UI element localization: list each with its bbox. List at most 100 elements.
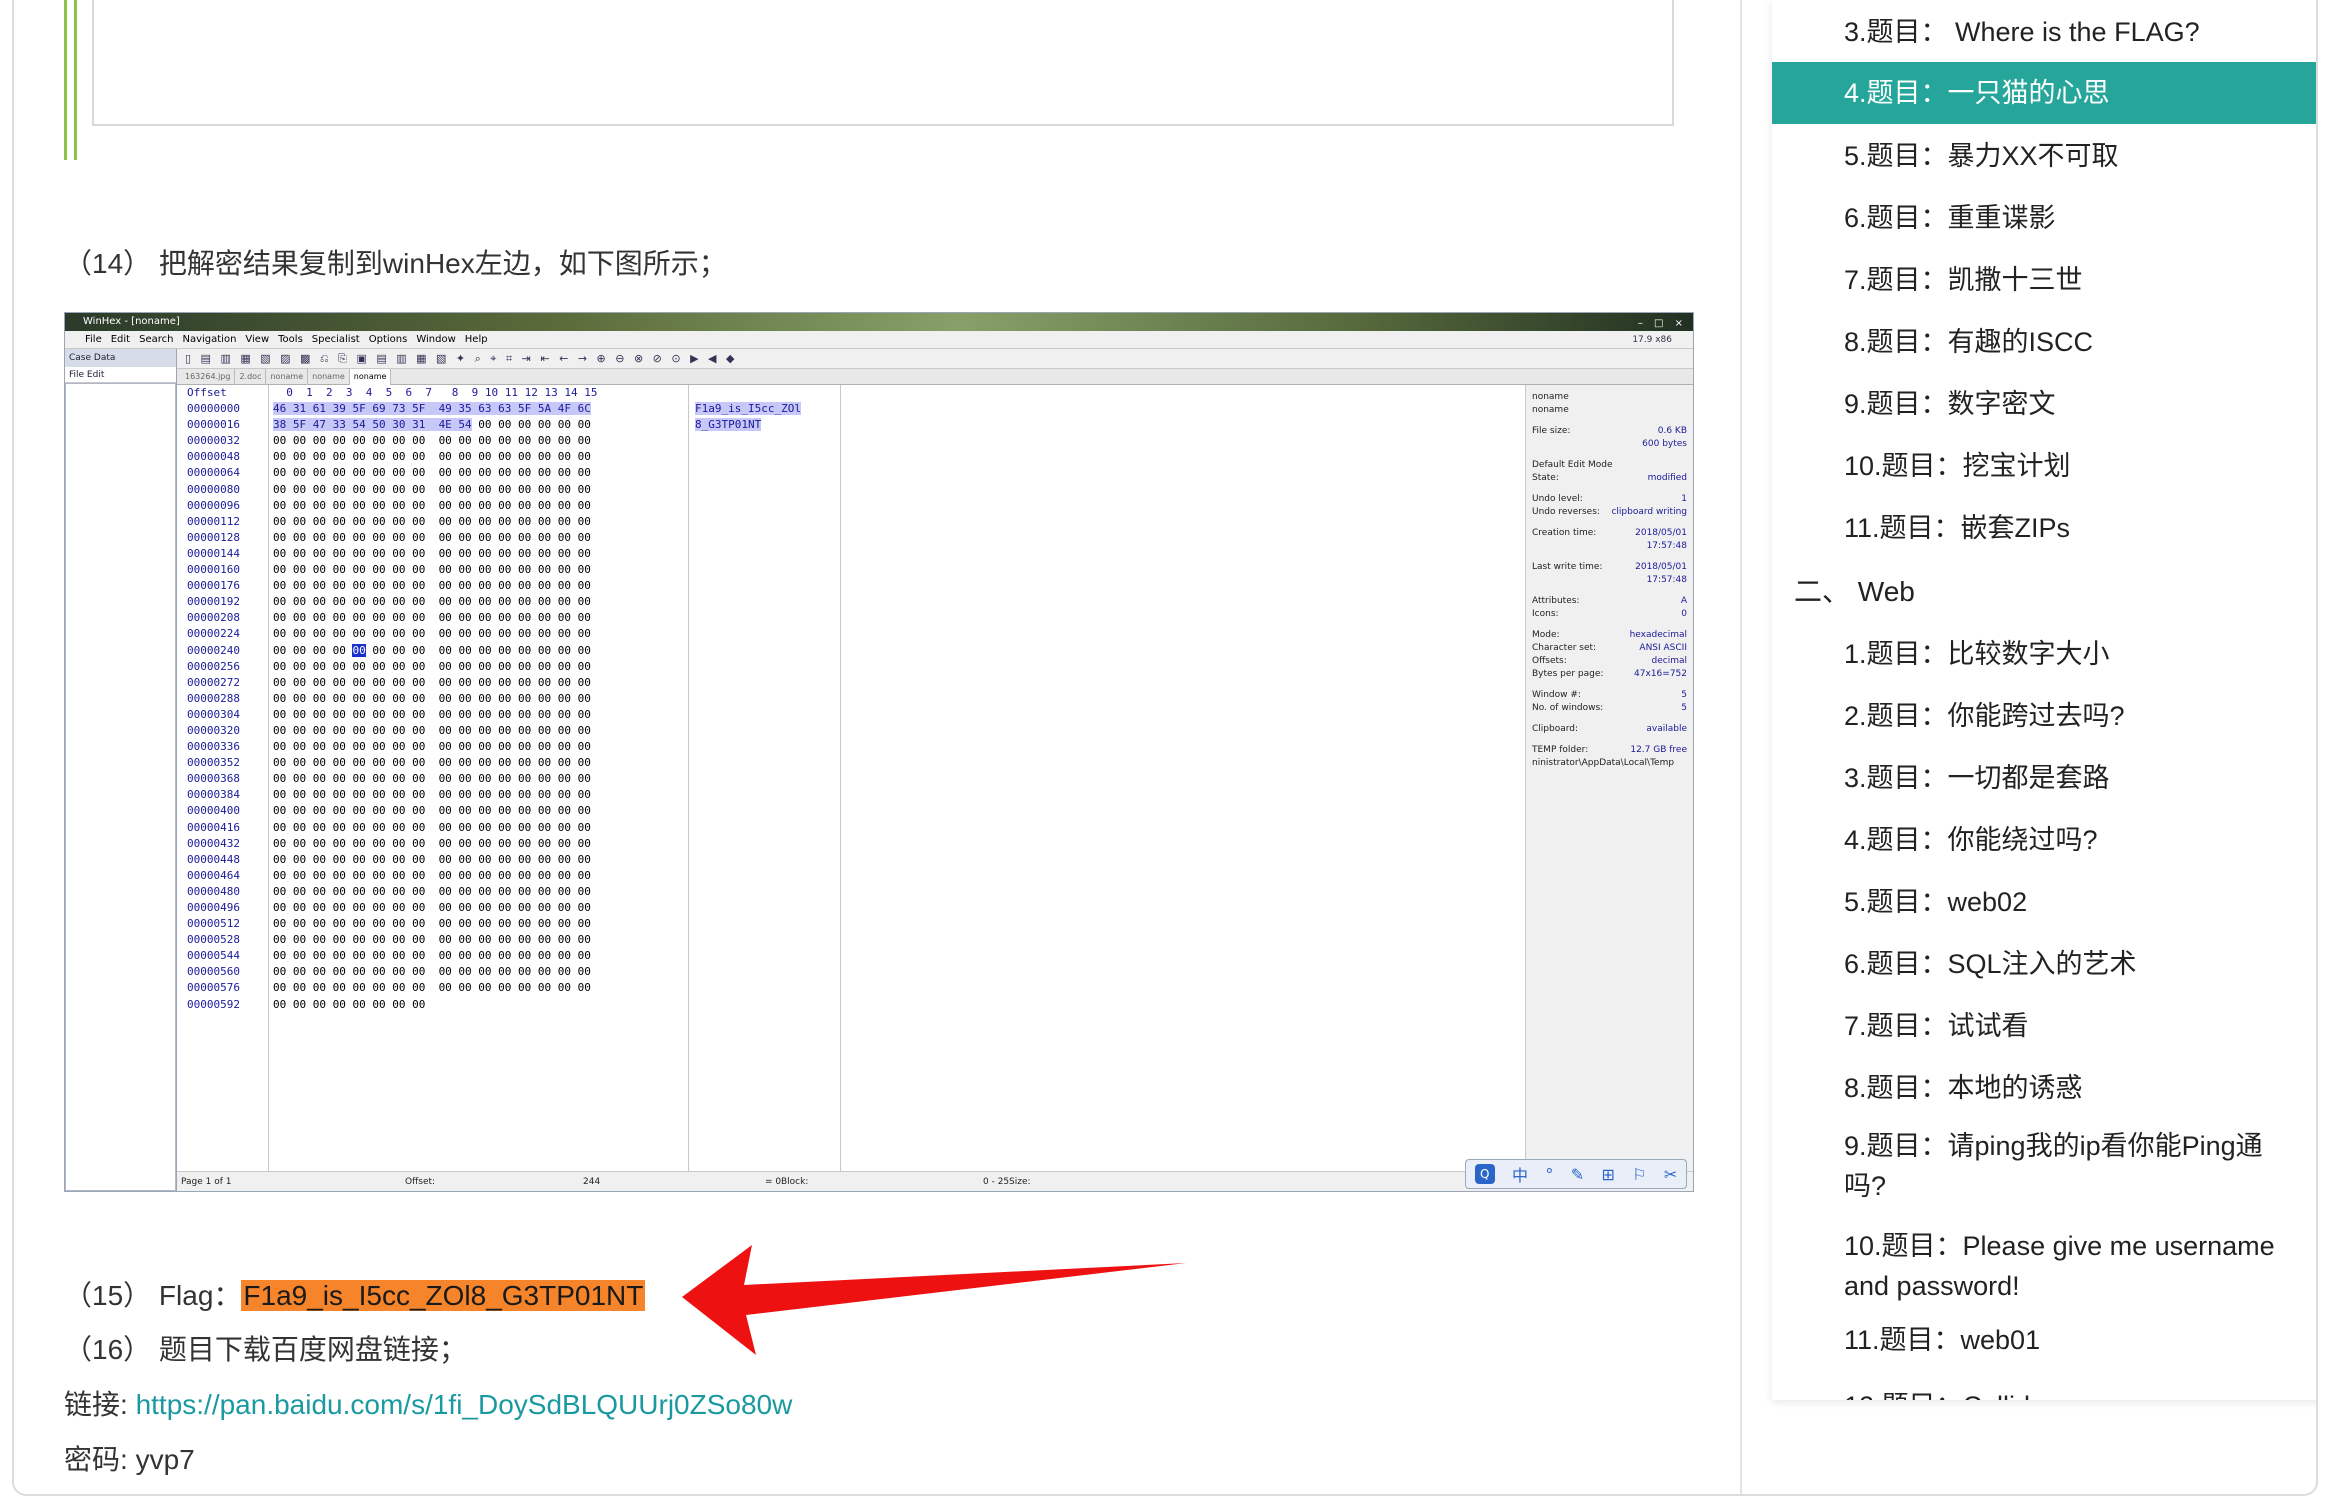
toc-section-web[interactable]: 二、 Web (1794, 572, 1915, 612)
ime-tool-icon[interactable]: ⚐ (1632, 1165, 1646, 1184)
toc-item[interactable]: 4.题目：一只猫的心思 (1772, 62, 2316, 124)
info-key: Bytes per page: (1532, 669, 1604, 679)
toc-item[interactable]: 11.题目：嵌套ZIPs (1772, 508, 2316, 548)
offset-value: 00000240 (187, 643, 240, 657)
offset-value: 00000160 (187, 563, 240, 577)
offset-value: 00000064 (187, 466, 240, 480)
hex-row: 00 00 00 00 00 00 00 00 00 00 00 00 00 0… (273, 868, 591, 882)
offset-value: 00000000 (187, 402, 240, 416)
info-value: A (1680, 596, 1687, 606)
menu-item-tools[interactable]: Tools (278, 334, 303, 345)
info-row: noname (1532, 404, 1687, 417)
file-tab[interactable]: 2.doc (235, 369, 267, 385)
info-value: 17:57:48 (1646, 541, 1687, 551)
offset-value: 00000464 (187, 868, 240, 882)
toc-item[interactable]: 8.题目：有趣的ISCC (1772, 322, 2316, 362)
menu-item-edit[interactable]: Edit (111, 334, 130, 345)
toc-item[interactable]: 8.题目：本地的诱惑 (1772, 1068, 2316, 1108)
info-value: available (1646, 724, 1687, 734)
menu-item-options[interactable]: Options (369, 334, 408, 345)
toc-item[interactable]: 2.题目：你能跨过去吗? (1772, 696, 2316, 736)
ime-tool-icon[interactable]: ⊞ (1601, 1165, 1614, 1184)
toc-item[interactable]: 7.题目：试试看 (1772, 1006, 2316, 1046)
zoom-readout: 17.9 x86 (1632, 335, 1672, 345)
ime-tool-icon[interactable]: ° (1545, 1165, 1553, 1184)
ime-toolbar[interactable]: Q 中 ° ✎ ⊞ ⚐ ✂ (1465, 1159, 1687, 1189)
selected-bytes: 38 5F 47 33 54 50 30 31 4E 54 (273, 418, 472, 432)
toc-item[interactable]: 12.题目：Collide (1772, 1386, 2316, 1400)
hex-row: 00 00 00 00 00 00 00 00 00 00 00 00 00 0… (273, 788, 591, 802)
hex-row: 00 00 00 00 00 00 00 00 00 00 00 00 00 0… (273, 466, 591, 480)
info-row: Window #: 5 (1532, 689, 1687, 702)
file-tab[interactable]: noname (308, 369, 350, 385)
toc-item[interactable]: 6.题目：重重谍影 (1772, 198, 2316, 238)
status-page: Page 1 of 1 (181, 1177, 232, 1187)
info-value: 5 (1681, 690, 1687, 700)
toc-item[interactable]: 6.题目：SQL注入的艺术 (1772, 944, 2316, 984)
toc-item[interactable]: 10.题目：挖宝计划 (1772, 446, 2316, 486)
file-tab[interactable]: noname (349, 369, 392, 385)
offset-value: 00000224 (187, 627, 240, 641)
info-row: 17:57:48 (1532, 574, 1687, 587)
toc-item[interactable]: 3.题目：一切都是套路 (1772, 758, 2316, 798)
menu-item-help[interactable]: Help (465, 334, 488, 345)
text-column[interactable]: F1a9_is_I5cc_ZOl 8_G3TP01NT (689, 385, 841, 1171)
toc-item[interactable]: 11.题目：web01 (1772, 1320, 2316, 1360)
info-key: Last write time: (1532, 562, 1603, 572)
hex-editor[interactable]: Offset 00000000 00000016 00000032 00000048 00… (177, 385, 1467, 1171)
offset-value: 00000576 (187, 981, 240, 995)
hex-row: 00 00 00 00 00 00 00 00 00 00 00 00 00 0… (273, 707, 591, 721)
info-value: 17:57:48 (1646, 575, 1687, 585)
toc-item[interactable]: 3.题目： Where is the FLAG? (1772, 12, 2316, 52)
menu-item-navigation[interactable]: Navigation (182, 334, 236, 345)
hex-row: 00 00 00 00 00 00 00 00 00 00 00 00 00 0… (273, 901, 591, 914)
info-row: ninistrator\AppData\Local\Temp (1532, 757, 1687, 770)
toc-item[interactable]: 10.题目：Please give me username and passwo… (1772, 1226, 2316, 1306)
hex-row: 00 00 00 00 00 00 00 00 (273, 997, 426, 1011)
winhex-toolbar: ▯ ▤ ▥ ▦ ▧ ▨ ▩ ⎌ ⎘ ▣ ▤ ▥ ▦ ▧ ✦ ⌕ ⌖ ⌗ ⇥ ⇤ … (177, 349, 1693, 369)
ime-tool-icon[interactable]: 中 (1512, 1162, 1528, 1186)
file-tab[interactable]: 163264.jpg (181, 369, 236, 385)
text-row: F1a9_is_I5cc_ZOl (695, 401, 840, 417)
toc-item[interactable]: 5.题目：web02 (1772, 882, 2316, 922)
info-key: Creation time: (1532, 528, 1597, 538)
ime-tool-icon[interactable]: ✎ (1571, 1165, 1584, 1184)
menu-item-window[interactable]: Window (416, 334, 455, 345)
toc-item[interactable]: 9.题目：请ping我的ip看你能Ping通吗? (1772, 1126, 2316, 1206)
info-key: Mode: (1532, 630, 1560, 640)
offset-value: 00000448 (187, 852, 240, 866)
red-arrow-icon (682, 1245, 1186, 1355)
info-gap (1532, 417, 1687, 425)
offset-value: 00000256 (187, 659, 240, 673)
case-data-panel: Case Data File Edit (65, 349, 177, 1191)
case-data-body (65, 383, 176, 1191)
info-row: TEMP folder: 12.7 GB free (1532, 744, 1687, 757)
hex-row: 00 00 00 00 00 00 00 00 00 00 00 00 00 0… (273, 579, 591, 593)
selected-text: 8_G3TP01NT (695, 418, 762, 432)
toc-item[interactable]: 1.题目：比较数字大小 (1772, 634, 2316, 674)
hex-row: 00 00 00 00 00 00 00 00 00 00 00 00 00 0… (273, 884, 591, 898)
ime-logo-icon[interactable]: Q (1474, 1164, 1495, 1184)
hex-header: 0 1 2 3 4 5 6 7 8 9 10 11 12 13 14 15 (273, 386, 598, 399)
menu-item-view[interactable]: View (245, 334, 269, 345)
hex-column[interactable]: 0 1 2 3 4 5 6 7 8 9 10 11 12 13 14 15 46 … (269, 385, 689, 1171)
offset-value: 00000400 (187, 804, 240, 818)
toc-item[interactable]: 9.题目：数字密文 (1772, 384, 2316, 424)
info-value: 0 (1681, 609, 1687, 619)
toc-item[interactable]: 7.题目：凯撒十三世 (1772, 260, 2316, 300)
toc-item[interactable]: 5.题目：暴力XX不可取 (1772, 136, 2316, 176)
file-tab[interactable]: noname (266, 369, 309, 385)
offset-value: 00000176 (187, 579, 240, 593)
info-key: Icons: (1532, 609, 1559, 619)
ime-tool-icon[interactable]: ✂ (1664, 1165, 1677, 1184)
step-14-text: （14） 把解密结果复制到winHex左边，如下图所示； (64, 248, 727, 279)
offset-value: 00000544 (187, 949, 240, 963)
toc-item[interactable]: 4.题目：你能绕过吗? (1772, 820, 2316, 860)
menu-item-search[interactable]: Search (139, 334, 173, 345)
baidu-pan-link[interactable]: https://pan.baidu.com/s/1fi_DoySdBLQUUrj… (136, 1389, 793, 1420)
info-key: noname (1532, 405, 1569, 415)
hex-row: 00 00 00 00 00 00 00 00 00 00 00 00 00 0… (273, 675, 591, 689)
menu-item-specialist[interactable]: Specialist (312, 334, 360, 345)
offset-value: 00000384 (187, 788, 240, 802)
menu-item-file[interactable]: File (85, 334, 102, 345)
